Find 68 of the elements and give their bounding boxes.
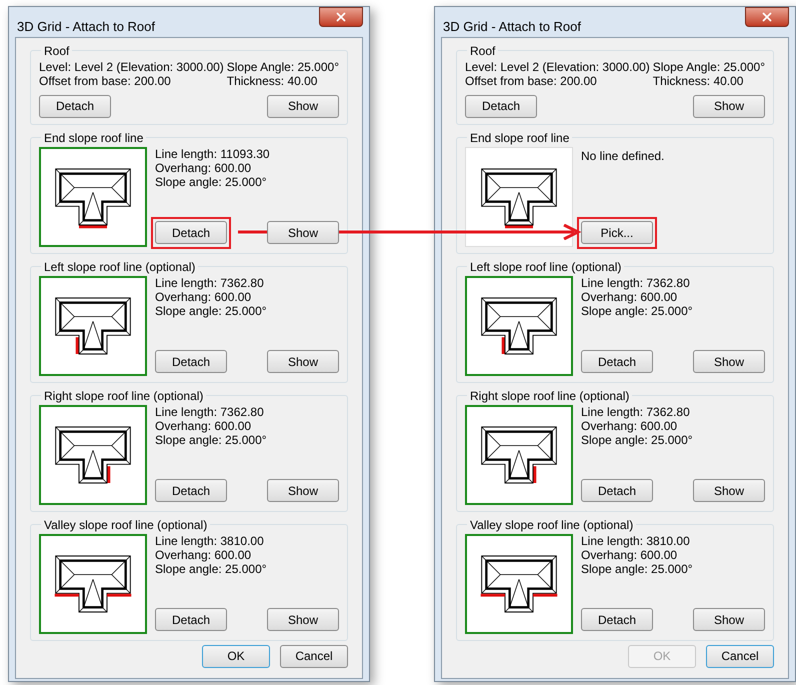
group-label: Valley slope roof line (optional) (469, 516, 634, 534)
push-button[interactable]: Show (267, 350, 339, 373)
push-button[interactable]: Show (267, 608, 339, 631)
push-button[interactable]: Detach (581, 479, 653, 502)
close-button[interactable] (745, 7, 789, 27)
push-button[interactable]: Detach (39, 94, 111, 118)
info-text: Overhang: 600.00 (155, 548, 252, 562)
info-text: Line length: 3810.00 (581, 534, 691, 548)
info-text: Line length: 3810.00 (155, 534, 265, 548)
push-button[interactable]: Show (693, 608, 765, 631)
thickness-text: Thickness: 40.00 (226, 74, 318, 88)
info-text: No line defined. (581, 148, 666, 162)
info-text: Line length: 7362.80 (155, 404, 265, 418)
offset-text: Offset from base: 200.00 (39, 74, 172, 88)
push-button[interactable]: Show (267, 479, 339, 502)
info-text: Slope angle: 25.000° (155, 432, 268, 446)
close-button[interactable] (319, 7, 363, 27)
info-text: Slope angle: 25.000° (581, 304, 694, 318)
push-button[interactable]: Show (693, 350, 765, 373)
group-label: Right slope roof line (optional) (43, 388, 204, 404)
push-button[interactable]: OK (202, 644, 270, 668)
push-button[interactable]: Show (693, 479, 765, 502)
info-text: Slope angle: 25.000° (155, 174, 268, 188)
push-button[interactable]: Detach (581, 608, 653, 631)
group-label: Roof (469, 42, 496, 60)
group-label: Left slope roof line (optional) (43, 258, 196, 276)
window-title: 3D Grid - Attach to Roof (17, 18, 156, 36)
info-text: Line length: 7362.80 (581, 404, 691, 418)
info-text: Slope angle: 25.000° (155, 562, 268, 576)
slope-text: Slope Angle: 25.000° (226, 60, 339, 74)
info-text: Line length: 7362.80 (155, 276, 265, 290)
info-text: Overhang: 600.00 (581, 418, 678, 432)
info-text: Line length: 11093.30 (155, 146, 271, 160)
group-label: End slope roof line (43, 130, 144, 146)
push-button[interactable]: Cancel (280, 644, 348, 668)
info-text: Slope angle: 25.000° (581, 562, 694, 576)
push-button[interactable]: Detach (465, 94, 537, 118)
push-button[interactable]: Detach (581, 350, 653, 373)
group-label: Valley slope roof line (optional) (43, 516, 208, 534)
group-label: Left slope roof line (optional) (469, 258, 622, 276)
slope-text: Slope Angle: 25.000° (652, 60, 765, 74)
push-button[interactable]: Show (693, 94, 765, 118)
push-button[interactable]: Detach (155, 479, 227, 502)
close-icon (334, 10, 348, 24)
push-button[interactable]: Detach (155, 350, 227, 373)
push-button[interactable]: Detach (155, 608, 227, 631)
close-icon (760, 10, 774, 24)
thickness-text: Thickness: 40.00 (652, 74, 744, 88)
info-text: Slope angle: 25.000° (155, 304, 268, 318)
group-label: Roof (43, 42, 70, 60)
offset-text: Offset from base: 200.00 (465, 74, 598, 88)
group-label: End slope roof line (469, 130, 570, 146)
push-button[interactable]: Show (267, 94, 339, 118)
info-text: Overhang: 600.00 (581, 290, 678, 304)
info-text: Slope angle: 25.000° (581, 432, 694, 446)
push-button[interactable]: Detach (155, 221, 227, 244)
push-button[interactable]: Show (267, 221, 339, 244)
level-text: Level: Level 2 (Elevation: 3000.00) (465, 60, 650, 74)
info-text: Overhang: 600.00 (581, 548, 678, 562)
push-button[interactable]: Pick... (581, 221, 653, 244)
group-label: Right slope roof line (optional) (469, 388, 630, 404)
info-text: Overhang: 600.00 (155, 418, 252, 432)
info-text: Overhang: 600.00 (155, 160, 252, 174)
info-text: Line length: 7362.80 (581, 276, 691, 290)
info-text: Overhang: 600.00 (155, 290, 252, 304)
push-button[interactable]: Cancel (706, 644, 774, 668)
window-title: 3D Grid - Attach to Roof (443, 18, 582, 36)
level-text: Level: Level 2 (Elevation: 3000.00) (39, 60, 224, 74)
